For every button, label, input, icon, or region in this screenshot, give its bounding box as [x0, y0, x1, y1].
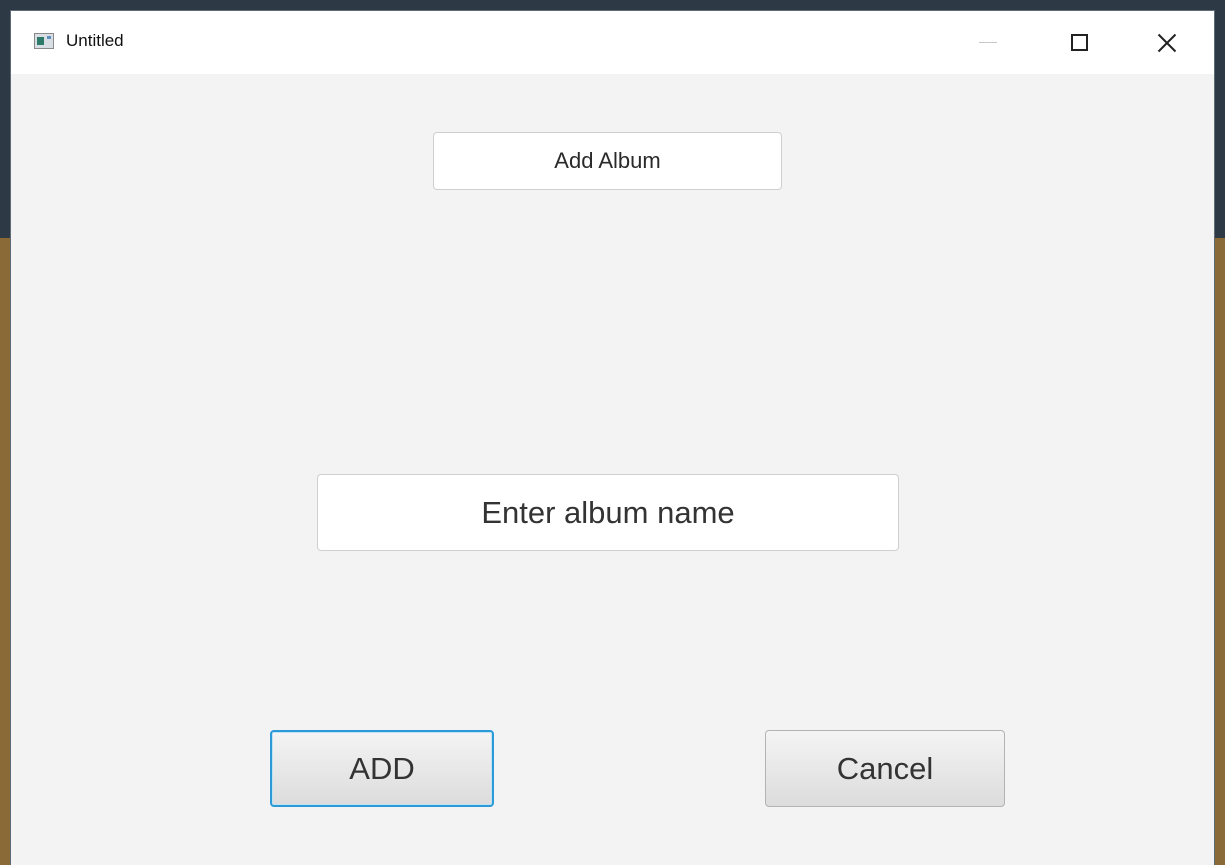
dialog-window: Untitled Add Album ADD Cancel [10, 10, 1215, 865]
add-button[interactable]: ADD [270, 730, 494, 807]
window-title: Untitled [66, 31, 124, 50]
title-bar[interactable]: Untitled [11, 11, 1214, 74]
minimize-icon [979, 42, 997, 43]
maximize-icon [1070, 34, 1088, 51]
maximize-button[interactable] [1056, 11, 1102, 74]
app-window-icon [34, 33, 54, 49]
close-button[interactable] [1144, 11, 1190, 74]
add-album-heading: Add Album [433, 132, 782, 190]
close-icon [1156, 32, 1178, 54]
cancel-button[interactable]: Cancel [765, 730, 1005, 807]
minimize-button[interactable] [965, 11, 1011, 74]
album-name-input[interactable] [317, 474, 899, 551]
